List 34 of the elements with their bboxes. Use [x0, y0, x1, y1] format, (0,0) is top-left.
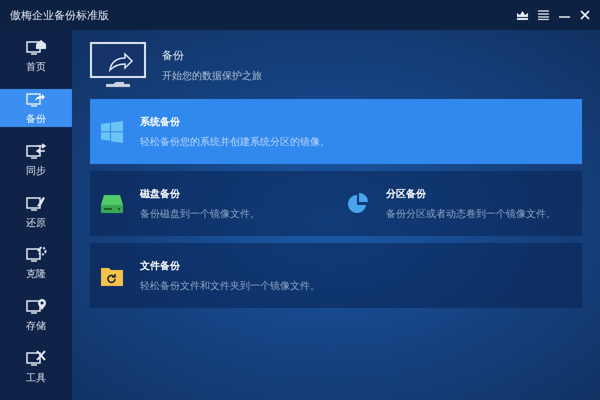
option-title: 文件备份	[140, 260, 181, 272]
drive-icon	[101, 194, 123, 212]
window-title: 傲梅企业备份标准版	[10, 8, 109, 22]
folder-icon	[101, 266, 123, 286]
windows-logo-icon	[101, 120, 123, 142]
sidebar-item[interactable]: 工具	[0, 348, 72, 386]
sidebar-item[interactable]: 存储	[0, 296, 72, 334]
sidebar-item[interactable]: 还原	[0, 192, 72, 230]
monitor-icon	[25, 349, 47, 368]
sidebar-item[interactable]: 同步	[0, 140, 72, 179]
option-description: 备份磁盘到一个镜像文件。	[140, 208, 260, 220]
option-description: 轻松备份文件和文件夹到一个镜像文件。	[140, 280, 320, 292]
backup-option-card[interactable]: 系统备份 轻松备份您的系统并创建系统分区的镜像。	[90, 99, 582, 164]
backup-option-card[interactable]: 磁盘备份 备份磁盘到一个镜像文件。	[90, 171, 336, 236]
option-title: 系统备份	[140, 116, 181, 128]
sidebar-item[interactable]: 克隆	[0, 244, 72, 282]
backup-option-card[interactable]: 分区备份 备份分区或者动态卷到一个镜像文件。	[336, 171, 582, 236]
page-title: 备份	[162, 48, 185, 62]
option-title: 磁盘备份	[140, 188, 181, 200]
sidebar-item[interactable]: 首页	[0, 37, 72, 75]
option-description: 备份分区或者动态卷到一个镜像文件。	[386, 208, 556, 220]
monitor-icon	[25, 297, 47, 316]
monitor-arrow-icon	[90, 42, 146, 88]
pie-chart-icon	[347, 192, 369, 214]
menu-icon[interactable]	[538, 10, 549, 20]
page-subtitle: 开始您的数据保护之旅	[162, 70, 262, 82]
option-title: 分区备份	[386, 188, 427, 200]
monitor-icon	[25, 38, 47, 56]
monitor-icon	[25, 142, 47, 160]
backup-option-card[interactable]: 文件备份 轻松备份文件和文件夹到一个镜像文件。	[90, 243, 582, 308]
crown-icon[interactable]	[517, 10, 528, 20]
option-description: 轻松备份您的系统并创建系统分区的镜像。	[140, 136, 330, 148]
close-icon[interactable]	[580, 10, 590, 20]
monitor-icon	[25, 245, 47, 264]
